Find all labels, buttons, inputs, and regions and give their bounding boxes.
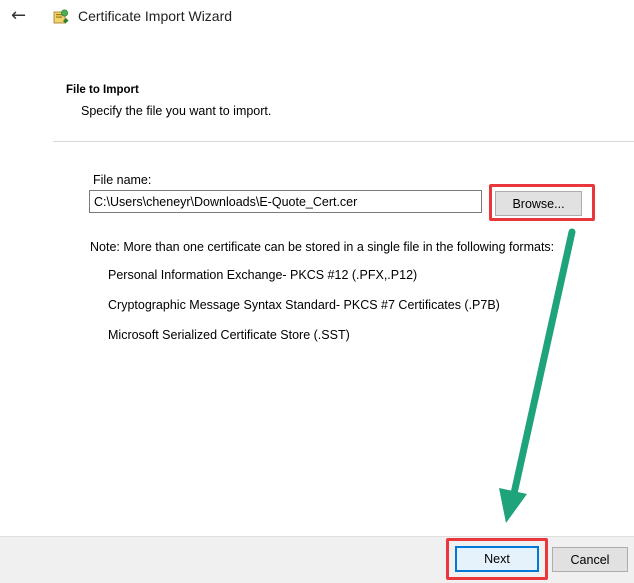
file-name-label: File name: (93, 173, 152, 187)
header-divider (53, 141, 634, 142)
window-title: Certificate Import Wizard (78, 8, 233, 24)
formats-note: Note: More than one certificate can be s… (90, 240, 555, 254)
page-subtitle: Specify the file you want to import. (81, 104, 272, 118)
page-heading: File to Import (66, 84, 139, 96)
browse-button[interactable]: Browse... (495, 191, 582, 216)
format-item: Personal Information Exchange- PKCS #12 … (108, 268, 418, 282)
certificate-wizard-icon (53, 9, 69, 24)
file-name-input[interactable] (89, 190, 482, 213)
back-arrow-icon[interactable]: ← (11, 5, 26, 26)
cancel-button[interactable]: Cancel (552, 547, 628, 572)
next-button[interactable]: Next (455, 546, 539, 572)
annotation-arrow-head (499, 488, 527, 523)
format-item: Microsoft Serialized Certificate Store (… (108, 328, 350, 342)
title-bar: ← Certificate Import Wizard (0, 0, 634, 34)
format-item: Cryptographic Message Syntax Standard- P… (108, 298, 500, 312)
annotation-arrow-shaft (509, 228, 576, 502)
